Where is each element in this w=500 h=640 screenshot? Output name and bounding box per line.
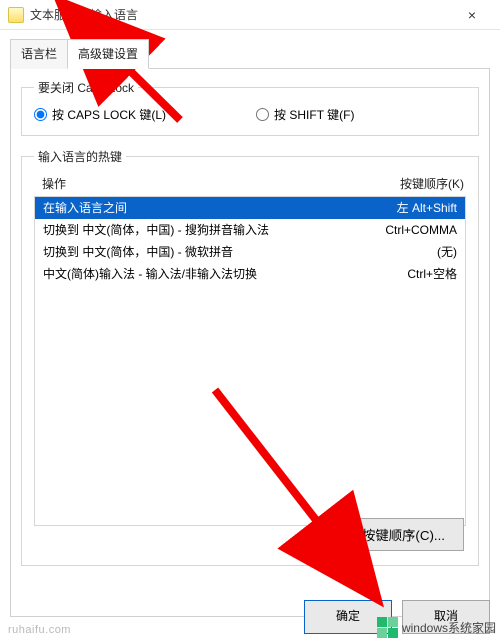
brand-badge: windows系统家园 bbox=[377, 617, 496, 638]
hotkeys-group: 输入语言的热键 操作 按键顺序(K) 在输入语言之间 左 Alt+Shift 切换到… bbox=[21, 148, 479, 566]
row-key: Ctrl+空格 bbox=[407, 265, 457, 283]
hotkeys-group-legend: 输入语言的热键 bbox=[34, 148, 126, 165]
tab-advanced-key-settings[interactable]: 高级键设置 bbox=[67, 39, 149, 69]
table-row[interactable]: 中文(简体)输入法 - 输入法/非输入法切换 Ctrl+空格 bbox=[35, 263, 465, 285]
row-key: (无) bbox=[437, 243, 457, 261]
capslock-group-legend: 要关闭 Caps Lock bbox=[34, 79, 138, 96]
radio-shift-label: 按 SHIFT 键(F) bbox=[274, 106, 354, 123]
row-action: 在输入语言之间 bbox=[43, 199, 127, 217]
col-key: 按键顺序(K) bbox=[400, 175, 464, 192]
window-title: 文本服务和输入语言 bbox=[30, 6, 452, 23]
radio-capslock[interactable]: 按 CAPS LOCK 键(L) bbox=[34, 106, 166, 123]
brand-text: windows系统家园 bbox=[402, 622, 496, 634]
radio-shift-input[interactable] bbox=[256, 108, 269, 121]
table-row[interactable]: 切换到 中文(简体，中国) - 搜狗拼音输入法 Ctrl+COMMA bbox=[35, 219, 465, 241]
close-button[interactable]: × bbox=[452, 1, 492, 29]
row-action: 切换到 中文(简体，中国) - 搜狗拼音输入法 bbox=[43, 221, 269, 239]
radio-shift[interactable]: 按 SHIFT 键(F) bbox=[256, 106, 354, 123]
watermark: ruhaifu.com bbox=[8, 624, 71, 636]
row-key: Ctrl+COMMA bbox=[385, 221, 457, 239]
hotkeys-table-header: 操作 按键顺序(K) bbox=[34, 175, 466, 196]
row-key: 左 Alt+Shift bbox=[397, 199, 457, 217]
col-action: 操作 bbox=[42, 175, 66, 192]
change-key-sequence-button[interactable]: 更改按键顺序(C)... bbox=[316, 518, 464, 551]
dialog-body: 语言栏 高级键设置 要关闭 Caps Lock 按 CAPS LOCK 键(L)… bbox=[0, 30, 500, 627]
row-action: 中文(简体)输入法 - 输入法/非输入法切换 bbox=[43, 265, 257, 283]
table-row[interactable]: 切换到 中文(简体，中国) - 微软拼音 (无) bbox=[35, 241, 465, 263]
app-icon bbox=[8, 7, 24, 23]
tab-panel: 要关闭 Caps Lock 按 CAPS LOCK 键(L) 按 SHIFT 键… bbox=[10, 69, 490, 617]
radio-capslock-label: 按 CAPS LOCK 键(L) bbox=[52, 106, 166, 123]
tab-strip: 语言栏 高级键设置 bbox=[10, 38, 490, 69]
brand-logo-icon bbox=[377, 617, 398, 638]
table-row[interactable]: 在输入语言之间 左 Alt+Shift bbox=[35, 197, 465, 219]
tab-language-bar[interactable]: 语言栏 bbox=[10, 39, 68, 69]
capslock-group: 要关闭 Caps Lock 按 CAPS LOCK 键(L) 按 SHIFT 键… bbox=[21, 79, 479, 136]
hotkeys-list[interactable]: 在输入语言之间 左 Alt+Shift 切换到 中文(简体，中国) - 搜狗拼音输入… bbox=[34, 196, 466, 526]
titlebar: 文本服务和输入语言 × bbox=[0, 0, 500, 30]
radio-capslock-input[interactable] bbox=[34, 108, 47, 121]
row-action: 切换到 中文(简体，中国) - 微软拼音 bbox=[43, 243, 233, 261]
